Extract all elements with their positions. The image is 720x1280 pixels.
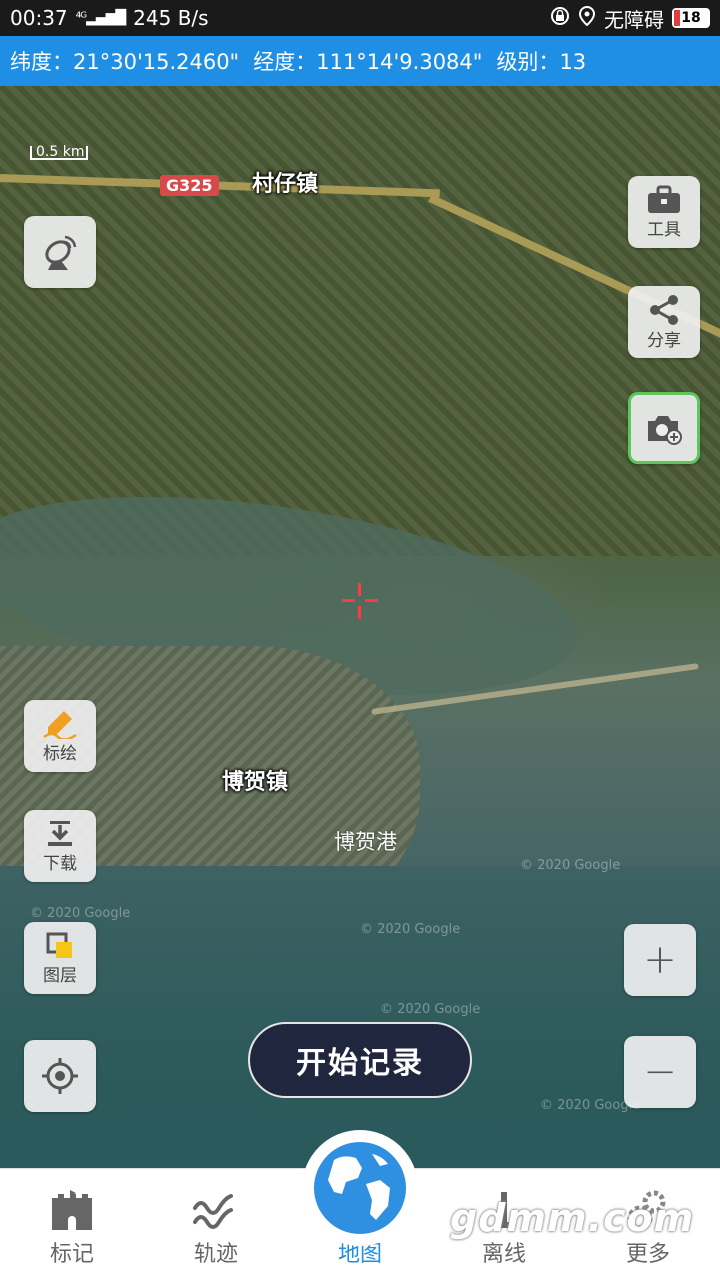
latitude-label: 纬度： — [10, 50, 73, 74]
place-label-town2: 博贺镇 — [222, 770, 289, 795]
screenshot-button[interactable] — [628, 392, 700, 464]
share-icon — [650, 294, 678, 325]
tab-offline-label: 离线 — [481, 1242, 526, 1267]
longitude-value: 111°14'9.3084" — [316, 50, 483, 74]
track-icon — [193, 1194, 233, 1229]
satellite-dish-icon — [45, 235, 77, 270]
location-icon — [578, 5, 596, 31]
tools-label: 工具 — [647, 219, 681, 240]
map-watermark: © 2020 Google — [520, 858, 621, 873]
longitude-readout: 经度：111°14'9.3084" — [253, 46, 482, 76]
signal-icon: ⁴ᴳ▂▄▆█ — [75, 10, 127, 26]
tab-more-label: 更多 — [625, 1242, 670, 1267]
center-crosshair-icon — [342, 583, 378, 619]
level-value: 13 — [559, 50, 587, 74]
latitude-readout: 纬度：21°30'15.2460" — [10, 46, 239, 76]
latitude-value: 21°30'15.2460" — [73, 50, 240, 74]
coordinate-bar: 纬度：21°30'15.2460" 经度：111°14'9.3084" 级别：1… — [0, 36, 720, 86]
layers-button[interactable]: 图层 — [24, 922, 96, 994]
minus-icon: − — [643, 1049, 677, 1095]
zoom-level-readout: 级别：13 — [496, 46, 586, 76]
layers-icon — [46, 932, 72, 958]
castle-icon — [52, 1190, 92, 1230]
tab-tracks-label: 轨迹 — [193, 1242, 238, 1267]
battery-icon: 18 — [672, 8, 710, 28]
map-land-north — [0, 86, 720, 556]
start-recording-button[interactable]: 开始记录 — [248, 1022, 472, 1098]
zoom-in-button[interactable]: + — [624, 924, 696, 996]
brand-watermark: gdmm.com — [450, 1196, 695, 1240]
tab-tracks[interactable]: 轨迹 — [144, 1169, 288, 1280]
camera-plus-icon — [648, 416, 682, 445]
scale-bar: 0.5 km — [30, 144, 88, 160]
satellite-map[interactable]: 0.5 km G325 村仔镇 博贺镇 博贺港 © 2020 Google © … — [0, 86, 720, 1168]
lock-icon — [550, 6, 570, 31]
plus-icon: + — [643, 937, 677, 983]
tab-markers-label: 标记 — [49, 1242, 94, 1267]
map-watermark: © 2020 Google — [380, 1002, 481, 1017]
zoom-out-button[interactable]: − — [624, 1036, 696, 1108]
longitude-label: 经度： — [253, 50, 317, 74]
tab-markers[interactable]: 标记 — [0, 1169, 144, 1280]
battery-level: 18 — [681, 10, 701, 26]
satellite-button[interactable] — [24, 216, 96, 288]
pen-icon — [43, 710, 77, 739]
status-time: 00:37 — [10, 6, 68, 30]
toolbox-icon — [648, 185, 680, 213]
download-label: 下载 — [43, 853, 77, 874]
level-label: 级别： — [496, 50, 560, 74]
draw-button[interactable]: 标绘 — [24, 700, 96, 772]
place-label-town1: 村仔镇 — [252, 172, 319, 197]
status-bar: 00:37 ⁴ᴳ▂▄▆█ 245 B/s 无障碍 18 — [0, 0, 720, 36]
layers-label: 图层 — [43, 965, 77, 986]
tools-button[interactable]: 工具 — [628, 176, 700, 248]
place-label-port: 博贺港 — [334, 830, 397, 854]
draw-label: 标绘 — [43, 743, 77, 764]
share-label: 分享 — [647, 330, 681, 351]
network-speed: 245 B/s — [133, 6, 209, 30]
share-button[interactable]: 分享 — [628, 286, 700, 358]
download-icon — [48, 820, 72, 846]
map-watermark: © 2020 Google — [30, 906, 131, 921]
map-watermark: © 2020 Google — [360, 922, 461, 937]
locate-icon — [42, 1058, 78, 1094]
globe-icon — [314, 1142, 406, 1234]
globe-button[interactable] — [302, 1130, 418, 1246]
download-button[interactable]: 下载 — [24, 810, 96, 882]
locate-button[interactable] — [24, 1040, 96, 1112]
road-label: G325 — [160, 175, 219, 196]
scale-label: 0.5 km — [36, 144, 85, 160]
accessibility-label: 无障碍 — [604, 7, 664, 32]
